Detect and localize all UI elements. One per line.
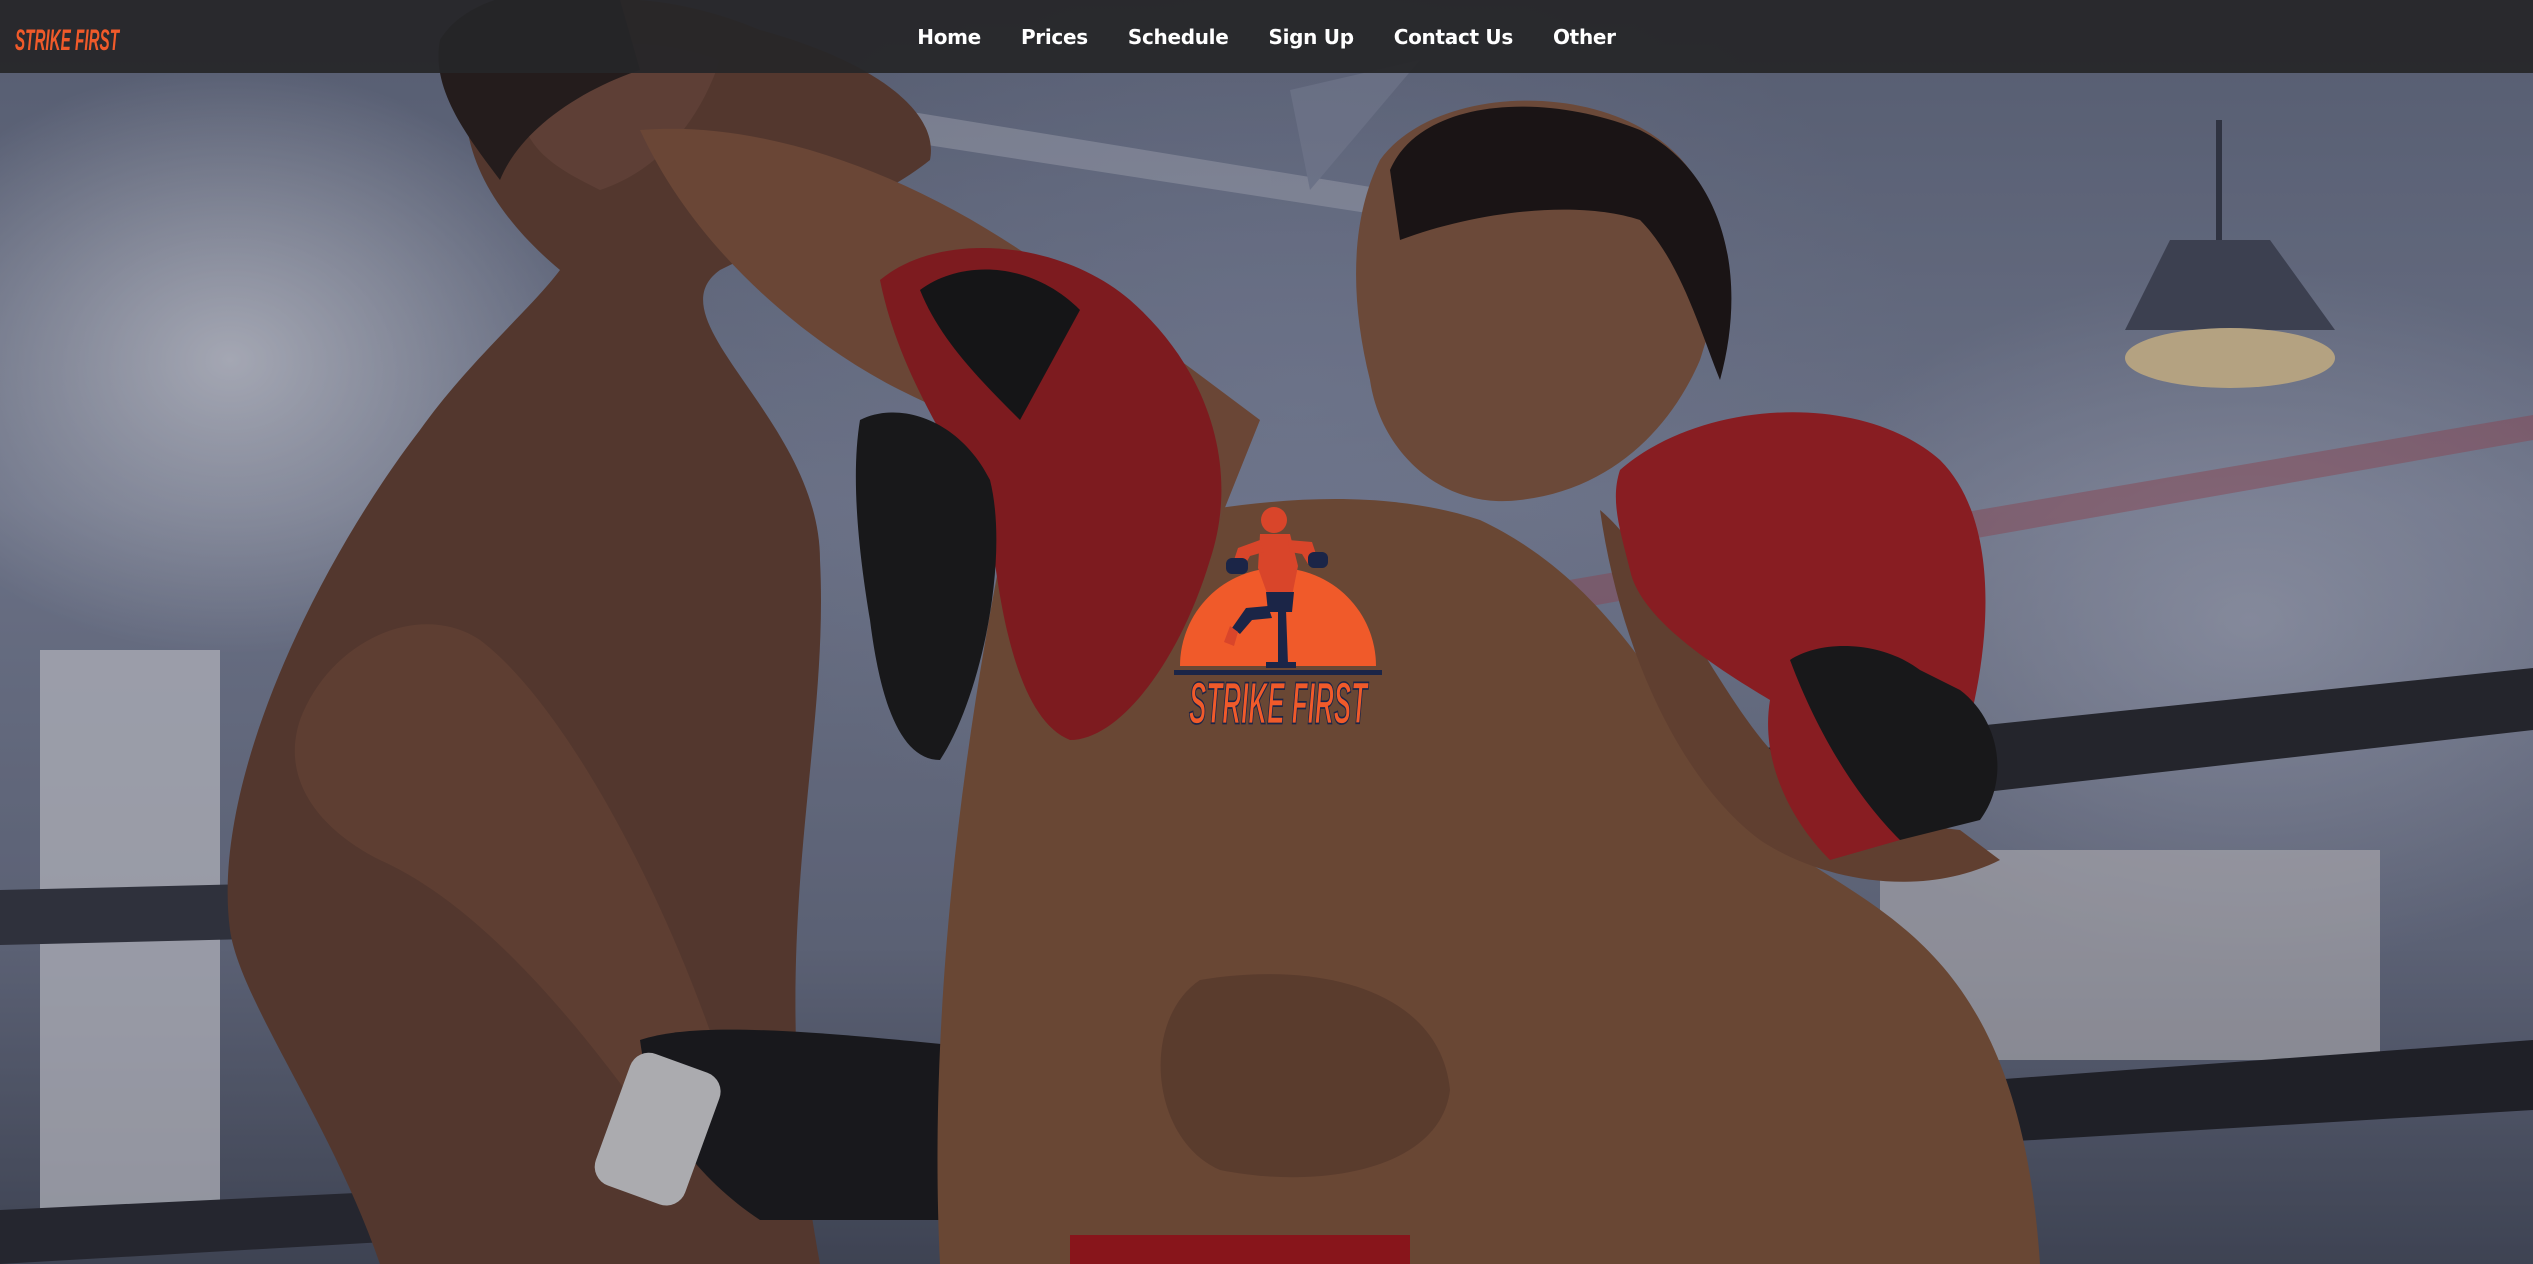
nav-link-prices[interactable]: Prices bbox=[1021, 25, 1088, 49]
top-navbar: STRIKE FIRST Home Prices Schedule Sign U… bbox=[0, 0, 2533, 73]
hero-section: STRIKE FIRST bbox=[0, 0, 2533, 1264]
strike-first-center-logo: STRIKE FIRST bbox=[1174, 507, 1382, 737]
nav-link-contact-us[interactable]: Contact Us bbox=[1394, 25, 1514, 49]
center-logo-text: STRIKE FIRST bbox=[1189, 669, 1369, 736]
nav-link-schedule[interactable]: Schedule bbox=[1128, 25, 1229, 49]
nav-links: Home Prices Schedule Sign Up Contact Us … bbox=[0, 0, 2533, 73]
nav-link-home[interactable]: Home bbox=[917, 25, 981, 49]
nav-link-other[interactable]: Other bbox=[1553, 25, 1616, 49]
nav-link-sign-up[interactable]: Sign Up bbox=[1269, 25, 1355, 49]
